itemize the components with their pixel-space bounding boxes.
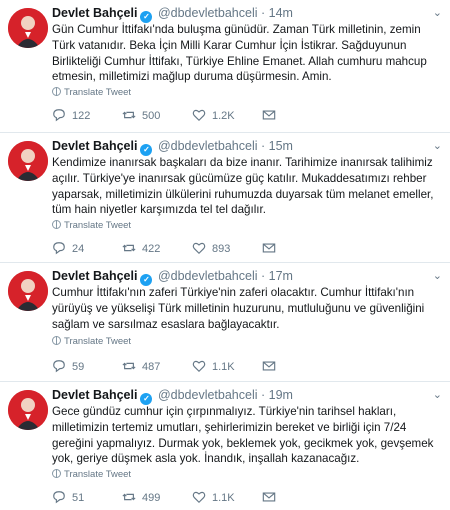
retweet-icon [122,493,136,501]
avatar[interactable] [8,141,48,181]
heart-icon [192,491,206,504]
reply-count: 122 [72,110,91,122]
reply-button[interactable]: 24 [52,241,84,257]
tweet[interactable]: Devlet Bahçeli ✓ @dbdevletbahceli · 14m ⌄… [0,0,450,133]
envelope-icon [262,243,276,253]
direct-message-button[interactable] [262,241,282,257]
chevron-down-icon[interactable]: ⌄ [433,388,442,401]
tweet-text: Kendimize inanırsak başkaları da bize in… [52,156,434,217]
tweet-actions: 51 499 1.1K [52,490,352,506]
globe-icon [52,220,61,229]
envelope-icon [262,492,276,502]
heart-icon [192,360,206,373]
retweet-button[interactable]: 499 [122,490,160,506]
like-count: 893 [212,243,231,255]
tweet-actions: 59 487 1.1K [52,359,352,375]
tweet-header: Devlet Bahçeli ✓ @dbdevletbahceli · 14m [52,6,293,23]
globe-icon [52,469,61,478]
avatar[interactable] [8,390,48,430]
translate-label: Translate Tweet [64,220,132,231]
reply-count: 24 [72,243,85,255]
chevron-down-icon[interactable]: ⌄ [433,269,442,282]
retweet-icon [122,111,136,119]
retweet-button[interactable]: 422 [122,241,160,257]
author-name[interactable]: Devlet Bahçeli [52,139,137,153]
tweet-timestamp[interactable]: · 17m [261,269,293,283]
tweet-header: Devlet Bahçeli ✓ @dbdevletbahceli · 15m [52,139,293,156]
envelope-icon [262,110,276,120]
translate-label: Translate Tweet [64,336,132,347]
tweet-text: Gün Cumhur İttifakı'nda buluşma günüdür.… [52,23,427,84]
reply-icon [53,360,65,373]
author-name[interactable]: Devlet Bahçeli [52,269,137,283]
like-button[interactable]: 1.2K [192,108,235,124]
heart-icon [192,242,206,255]
author-name[interactable]: Devlet Bahçeli [52,388,137,402]
like-button[interactable]: 893 [192,241,230,257]
tweet[interactable]: Devlet Bahçeli ✓ @dbdevletbahceli · 15m ⌄… [0,133,450,263]
reply-count: 59 [72,361,85,373]
tweet-feed: Devlet Bahçeli ✓ @dbdevletbahceli · 14m ⌄… [0,0,450,510]
reply-button[interactable]: 59 [52,359,84,375]
author-handle[interactable]: @dbdevletbahceli [158,388,258,402]
retweet-count: 499 [142,492,161,504]
tweet-header: Devlet Bahçeli ✓ @dbdevletbahceli · 19m [52,388,293,405]
reply-button[interactable]: 122 [52,108,90,124]
like-count: 1.1K [212,492,235,504]
reply-button[interactable]: 51 [52,490,84,506]
globe-icon [52,87,61,96]
reply-count: 51 [72,492,85,504]
retweet-count: 487 [142,361,161,373]
retweet-count: 500 [142,110,161,122]
author-name[interactable]: Devlet Bahçeli [52,6,137,20]
retweet-count: 422 [142,243,161,255]
translate-tweet-link[interactable]: Translate Tweet [52,336,131,347]
reply-icon [53,109,65,122]
translate-tweet-link[interactable]: Translate Tweet [52,469,131,480]
tweet[interactable]: Devlet Bahçeli ✓ @dbdevletbahceli · 19m ⌄… [0,382,450,510]
retweet-button[interactable]: 487 [122,359,160,375]
direct-message-button[interactable] [262,359,282,375]
chevron-down-icon[interactable]: ⌄ [433,139,442,152]
tweet-timestamp[interactable]: · 19m [261,388,293,402]
tweet-text: Gece gündüz cumhur için çırpınmalıyız. T… [52,405,434,466]
tweet-text: Cumhur İttifakı'nın zaferi Türkiye'nin z… [52,286,425,331]
direct-message-button[interactable] [262,108,282,124]
globe-icon [52,336,61,345]
reply-icon [53,491,65,504]
tweet-actions: 122 500 1.2K [52,108,352,124]
heart-icon [192,109,206,122]
avatar[interactable] [8,8,48,48]
tweet[interactable]: Devlet Bahçeli ✓ @dbdevletbahceli · 17m ⌄… [0,263,450,382]
like-count: 1.1K [212,361,235,373]
translate-tweet-link[interactable]: Translate Tweet [52,87,131,98]
chevron-down-icon[interactable]: ⌄ [433,6,442,19]
tweet-header: Devlet Bahçeli ✓ @dbdevletbahceli · 17m [52,269,293,286]
tweet-timestamp[interactable]: · 15m [261,139,293,153]
direct-message-button[interactable] [262,490,282,506]
author-handle[interactable]: @dbdevletbahceli [158,139,258,153]
envelope-icon [262,361,276,371]
retweet-icon [122,362,136,370]
tweet-actions: 24 422 893 [52,241,352,257]
like-button[interactable]: 1.1K [192,490,235,506]
retweet-button[interactable]: 500 [122,108,160,124]
retweet-icon [122,244,136,252]
translate-label: Translate Tweet [64,87,132,98]
author-handle[interactable]: @dbdevletbahceli [158,6,258,20]
like-button[interactable]: 1.1K [192,359,235,375]
translate-tweet-link[interactable]: Translate Tweet [52,220,131,231]
like-count: 1.2K [212,110,235,122]
reply-icon [53,242,65,255]
translate-label: Translate Tweet [64,469,132,480]
avatar[interactable] [8,271,48,311]
tweet-timestamp[interactable]: · 14m [261,6,293,20]
author-handle[interactable]: @dbdevletbahceli [158,269,258,283]
